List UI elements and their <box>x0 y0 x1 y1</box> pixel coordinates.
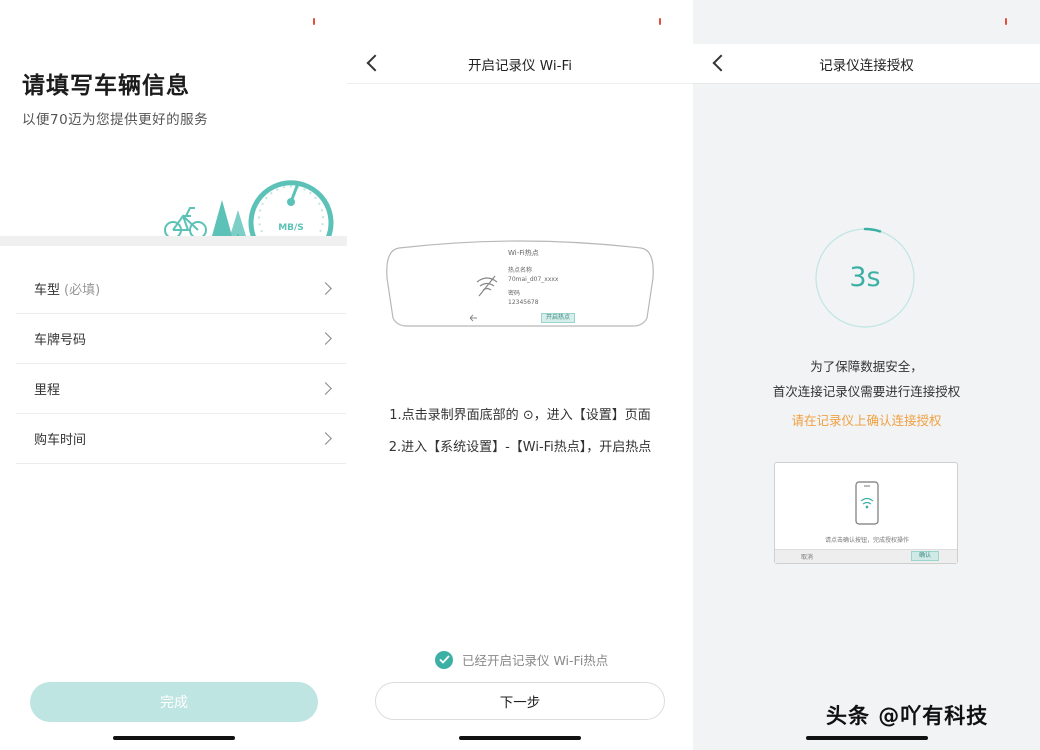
done-button[interactable]: 完成 <box>30 682 318 722</box>
vehicle-form: 车型 (必填) 车牌号码 里程 购车时间 <box>16 264 346 464</box>
card-confirm-label: 确认 <box>911 551 939 561</box>
chevron-right-icon <box>319 282 332 295</box>
nav-bar: 记录仪连接授权 <box>693 44 1040 84</box>
form-row-mileage[interactable]: 里程 <box>16 364 346 414</box>
checkmark-icon[interactable] <box>435 650 453 669</box>
mirror-name-value: 70mai_d07_xxxx <box>508 276 559 283</box>
mirror-name-label: 热点名称 <box>508 267 533 274</box>
bicycle-icon <box>164 207 207 239</box>
required-hint: (必填) <box>64 283 101 298</box>
home-indicator[interactable] <box>459 736 581 740</box>
row-label: 购车时间 <box>34 433 87 448</box>
speed-unit-label: MB/S <box>278 223 304 233</box>
chevron-right-icon <box>319 432 332 445</box>
instruction-step-1: 1.点击录制界面底部的 ⊙，进入【设置】页面 <box>389 408 651 423</box>
nav-title: 记录仪连接授权 <box>819 57 914 74</box>
vehicle-info-screen: 请填写车辆信息 以便70迈为您提供更好的服务 MB/S 车型 (必填) 车牌号码… <box>0 0 347 750</box>
device-prompt-illustration: 请点击确认按钮，完成授权操作 取消 确认 <box>774 462 958 564</box>
section-divider <box>0 236 347 246</box>
row-label: 里程 <box>34 383 61 398</box>
back-arrow-icon[interactable] <box>366 54 384 72</box>
mirror-password-label: 密码 <box>508 290 521 297</box>
page-subtitle: 以便70迈为您提供更好的服务 <box>22 112 209 128</box>
watermark: 头条 @吖有科技 <box>826 704 989 728</box>
chevron-right-icon <box>319 382 332 395</box>
form-row-plate-number[interactable]: 车牌号码 <box>16 314 346 364</box>
hero-illustration: MB/S <box>164 180 334 240</box>
mirror-header: Wi-Fi热点 <box>508 249 539 257</box>
card-hint-text: 请点击确认按钮，完成授权操作 <box>824 537 909 544</box>
status-indicator <box>1005 18 1007 25</box>
mirror-hotspot-button: 开启热点 <box>541 313 575 323</box>
next-step-button[interactable]: 下一步 <box>375 682 665 720</box>
form-row-vehicle-model[interactable]: 车型 (必填) <box>16 264 346 314</box>
nav-title: 开启记录仪 Wi-Fi <box>468 57 572 74</box>
row-label: 车型 (必填) <box>34 283 101 298</box>
enable-wifi-screen: 开启记录仪 Wi-Fi Wi-Fi热点 热点名称 70mai_d07_xxxx … <box>347 0 693 750</box>
security-note-line-2: 首次连接记录仪需要进行连接授权 <box>772 384 961 399</box>
chevron-right-icon <box>319 332 332 345</box>
row-label: 车牌号码 <box>34 333 87 348</box>
card-button-bar: 取消 确认 <box>775 549 957 563</box>
instruction-step-2: 2.进入【系统设置】-【Wi-Fi热点】，开启热点 <box>388 440 652 455</box>
countdown-text: 3s <box>849 262 881 293</box>
form-row-purchase-date[interactable]: 购车时间 <box>16 414 346 464</box>
status-indicator <box>313 18 315 25</box>
confirm-on-device-notice: 请在记录仪上确认连接授权 <box>791 413 942 428</box>
tree-icon <box>212 200 246 240</box>
security-note-line-1: 为了保障数据安全， <box>810 359 923 374</box>
home-indicator[interactable] <box>112 736 235 740</box>
home-indicator[interactable] <box>805 736 928 740</box>
page-title: 请填写车辆信息 <box>22 73 190 99</box>
checkbox-label: 已经开启记录仪 Wi-Fi热点 <box>462 653 609 668</box>
wifi-enabled-checkbox[interactable]: 已经开启记录仪 Wi-Fi热点 <box>435 650 608 669</box>
status-indicator <box>659 18 661 25</box>
card-cancel-label: 取消 <box>801 554 814 561</box>
phone-icon <box>855 481 879 525</box>
connection-authorization-screen: 记录仪连接授权 3s 为了保障数据安全， 首次连接记录仪需要进行连接授权 请在记… <box>693 0 1040 750</box>
mirror-password-value: 12345678 <box>508 299 539 306</box>
back-arrow-icon[interactable] <box>712 54 730 72</box>
nav-bar: 开启记录仪 Wi-Fi <box>347 44 693 84</box>
